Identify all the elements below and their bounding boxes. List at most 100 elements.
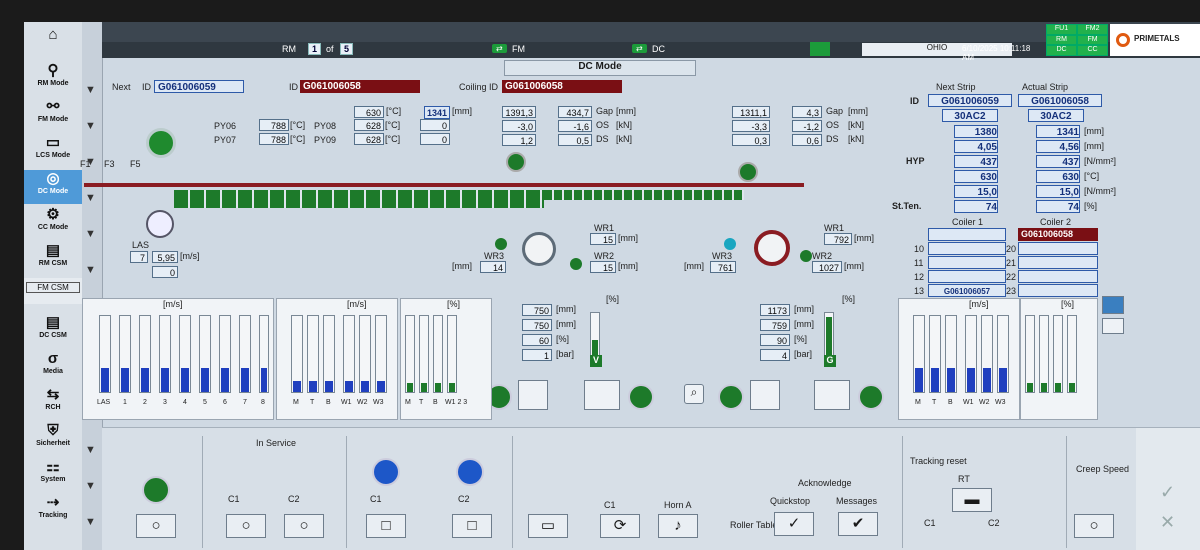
gauge-v [590, 312, 600, 356]
status-grid: FU1 FM2 RM FM DC CC [1046, 24, 1108, 56]
coiler-2-label: Coiler 2 [1040, 217, 1072, 227]
speed-chart-left: [m/s] LAS 1 2 3 4 5 6 7 8 [82, 298, 274, 420]
coiler-1-down-button[interactable] [584, 380, 620, 410]
logo: PRIMETALS [1110, 24, 1200, 56]
id-label: ID [142, 82, 151, 92]
coiler-2-mode-button[interactable]: □ [452, 514, 492, 538]
las-roll-icon [146, 210, 174, 238]
coiler-1-mandrel [522, 232, 556, 266]
home-button[interactable]: ⌂ [24, 26, 82, 56]
csm-icon: ▤ [45, 314, 61, 331]
mode-toggle-button[interactable] [142, 476, 170, 504]
speed-chart-mid: [m/s] M T B W1 W2 W3 [276, 298, 398, 420]
coiler-2-jog-button[interactable] [858, 384, 884, 410]
horn-a-label: Horn A [664, 500, 692, 510]
actual-strip-id: G061006058 [1018, 94, 1102, 107]
nav-lcs-mode[interactable]: ▭ LCS Mode [24, 134, 82, 168]
alarm-icon[interactable] [810, 42, 830, 56]
rm-page: 1 [308, 43, 322, 55]
roller-table [174, 190, 544, 208]
nav-dc-mode[interactable]: ◎ DC Mode [24, 170, 82, 204]
media-icon: σ [47, 350, 59, 367]
top-bar [102, 22, 1200, 42]
magnify-icon[interactable]: ⌕ [684, 384, 704, 404]
dc-label: DC [652, 44, 665, 54]
nav-cc-mode[interactable]: ⚙ CC Mode [24, 206, 82, 240]
in-service-c1-button[interactable]: ○ [226, 514, 266, 538]
nav-system[interactable]: ⚏ System [24, 458, 82, 492]
horn-a-button[interactable]: ♪ [658, 514, 698, 538]
next-strip-id: G061006059 [928, 94, 1012, 107]
chevron-down-icon[interactable]: ▼ [85, 444, 96, 456]
coiler-2-rotate-button[interactable] [718, 384, 744, 410]
nav-rm-mode[interactable]: ⚲ RM Mode [24, 62, 82, 96]
creep-speed-label: Creep Speed [1076, 464, 1130, 474]
tracking-reset-label: Tracking reset [910, 456, 967, 466]
fm-label: FM [512, 44, 525, 54]
rt-reset-button[interactable]: ▬ [952, 488, 992, 512]
coiler-icon: ◎ [46, 170, 60, 187]
in-service-c2-button[interactable]: ○ [284, 514, 324, 538]
nav-media[interactable]: σ Media [24, 350, 82, 384]
coiler-1-mode-button[interactable]: □ [366, 514, 406, 538]
nav-rch[interactable]: ⇆ RCH [24, 386, 82, 420]
wrench-icon: ⚲ [47, 62, 59, 79]
coiling-id-field: G061006058 [502, 80, 622, 93]
nav-tracking[interactable]: ⇢ Tracking [24, 494, 82, 528]
lcs-icon: ▭ [45, 134, 61, 151]
chevron-down-icon[interactable]: ▼ [85, 480, 96, 492]
width-value: 1341 [424, 106, 450, 119]
cancel-icon[interactable]: ✕ [1160, 512, 1175, 533]
chevron-down-icon[interactable]: ▼ [85, 516, 96, 528]
coiler-2-down-button[interactable] [814, 380, 850, 410]
pinch-roll-left [506, 152, 526, 172]
stand-indicator [146, 128, 176, 158]
temp-value: 630 [354, 106, 384, 118]
dc-indicator: ⇄ [632, 44, 647, 53]
nav-rm-csm[interactable]: ▤ RM CSM [24, 242, 82, 276]
nav-fm-mode[interactable]: ⚯ FM Mode [24, 98, 82, 132]
coiler-2-slot-0: G061006058 [1018, 228, 1098, 241]
bottom-control-panel: ○ In Service C1 C2 ○ ○ C1 □ C2 □ ▭ C1 ⟳ … [102, 427, 1200, 550]
datetime: 6/10/2025 10:11:18 AM [962, 44, 1031, 62]
coiler-2-lift-button[interactable] [750, 380, 780, 410]
creep-speed-button[interactable]: ○ [1074, 514, 1114, 538]
coiler-1-lift-button[interactable] [518, 380, 548, 410]
status-bar: RM 1 of 5 ⇄ FM ⇄ DC OHIO 6/10/2025 10:11… [102, 42, 1200, 62]
pinch-roll-right [738, 162, 758, 182]
py06-value: 788 [259, 119, 289, 131]
next-strip-label: Next Strip [936, 82, 976, 92]
coiler-1-slot-last: G061006057 [928, 284, 1006, 297]
nav-dc-csm[interactable]: ▤ DC CSM [24, 314, 82, 348]
acknowledge-label: Acknowledge [798, 478, 852, 488]
table-view-button[interactable] [1102, 318, 1124, 334]
reset-c1-button[interactable]: ⟳ [600, 514, 640, 538]
roller-table-2 [544, 190, 744, 200]
chevron-down-icon[interactable]: ▼ [85, 192, 96, 204]
coiler-select-button[interactable]: ○ [136, 514, 176, 538]
in-service-label: In Service [256, 438, 297, 448]
actual-grade: 30AC2 [1028, 109, 1084, 122]
chevron-down-icon[interactable]: ▼ [85, 84, 96, 96]
messages-ack-button[interactable]: ✔ [838, 512, 878, 536]
confirm-icon[interactable]: ✓ [1160, 482, 1175, 503]
coiling-id-label: Coiling ID [459, 82, 499, 92]
chevron-down-icon[interactable]: ▼ [85, 120, 96, 132]
chevron-down-icon[interactable]: ▼ [85, 264, 96, 276]
coiler-2-mandrel [754, 230, 790, 266]
actual-strip-label: Actual Strip [1022, 82, 1069, 92]
nav-fm-csm[interactable]: FM CSM [24, 278, 82, 304]
quickstop-ack-button[interactable]: ✓ [774, 512, 814, 536]
chart-view-button[interactable] [1102, 296, 1124, 314]
rm-total: 5 [340, 43, 354, 55]
fm-indicator: ⇄ [492, 44, 507, 53]
gauge-g [824, 312, 834, 356]
nav-sicherheit[interactable]: ⛨ Sicherheit [24, 422, 82, 456]
monitor-button[interactable]: ▭ [528, 514, 568, 538]
coiler-1-jog-button[interactable] [628, 384, 654, 410]
current-chart: [%] M T B W1 2 3 [400, 298, 492, 420]
id-label-2: ID [289, 82, 298, 92]
current-id-field: G061006058 [300, 80, 420, 93]
chevron-down-icon[interactable]: ▼ [85, 228, 96, 240]
logo-icon [1116, 33, 1130, 47]
